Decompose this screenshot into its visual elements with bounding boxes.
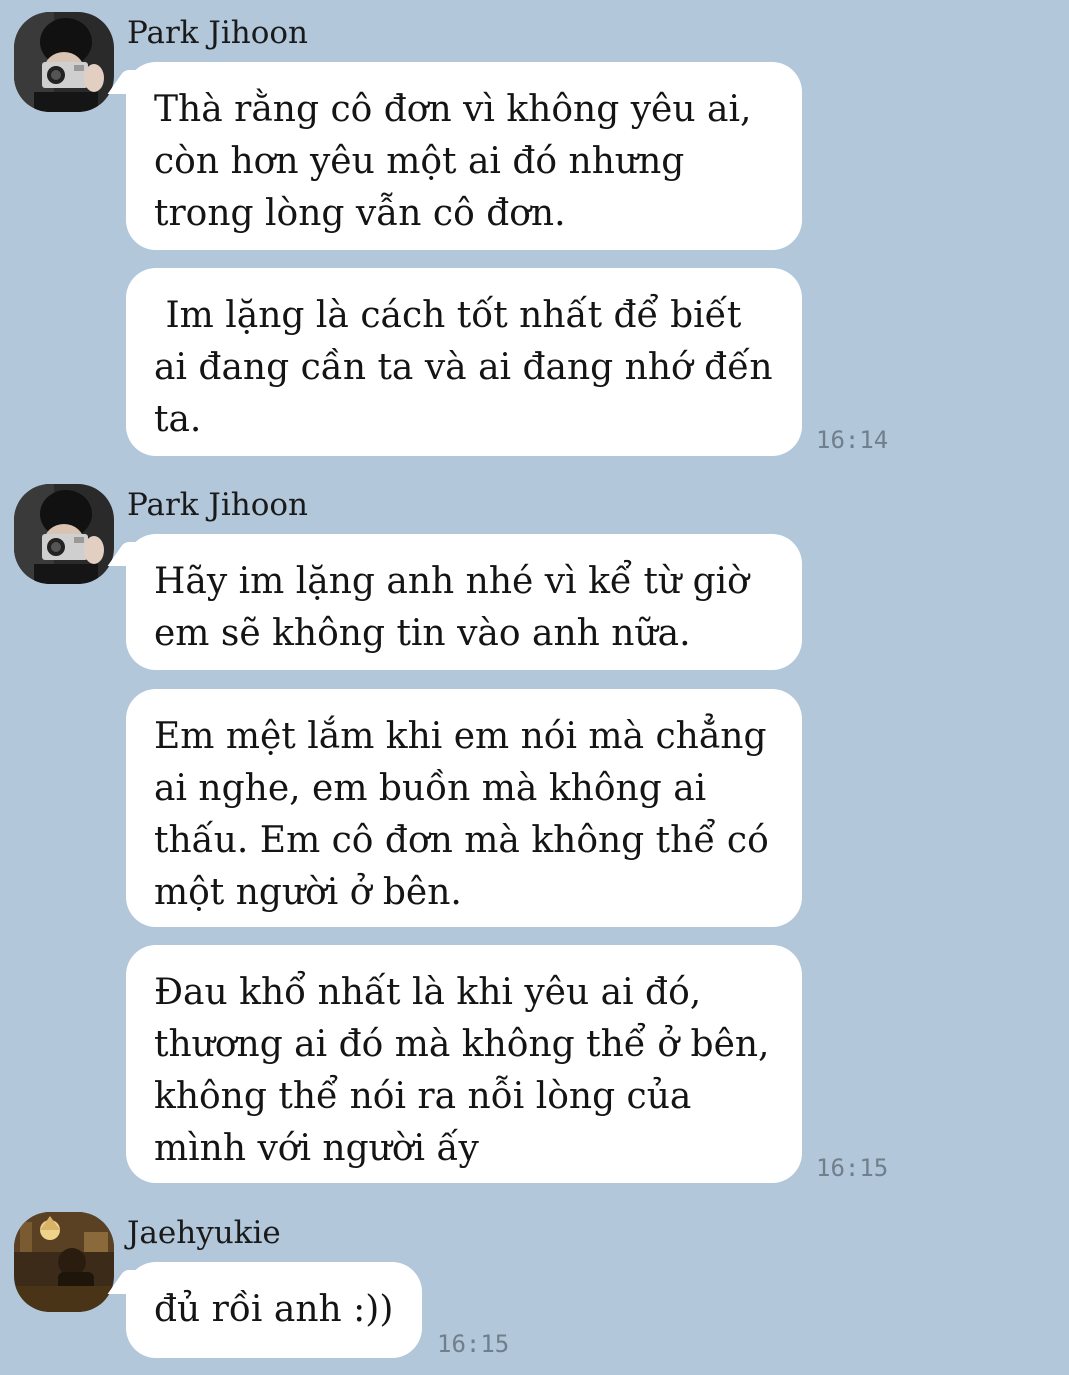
avatar-park-jihoon[interactable]: [14, 484, 114, 584]
message-timestamp: 16:15: [437, 1330, 510, 1358]
message-bubble[interactable]: Em mệt lắm khi em nói mà chẳng ai nghe, …: [126, 689, 802, 927]
message-bubble[interactable]: Đau khổ nhất là khi yêu ai đó, thương ai…: [126, 945, 802, 1183]
sender-name: Jaehyukie: [127, 1215, 281, 1251]
profile-photo-camera-icon: [14, 484, 114, 584]
message-bubble[interactable]: đủ rồi anh :)): [126, 1262, 422, 1358]
message-timestamp: 16:14: [816, 426, 889, 454]
profile-photo-camera-icon: [14, 12, 114, 112]
message-bubble[interactable]: Thà rằng cô đơn vì không yêu ai, còn hơn…: [126, 62, 802, 250]
sender-name: Park Jihoon: [127, 487, 309, 523]
message-timestamp: 16:15: [816, 1154, 889, 1182]
avatar-jaehyukie[interactable]: [14, 1212, 114, 1312]
profile-photo-lamp-icon: [14, 1212, 114, 1312]
message-bubble[interactable]: Hãy im lặng anh nhé vì kể từ giờ em sẽ k…: [126, 534, 802, 670]
message-bubble[interactable]: Im lặng là cách tốt nhất để biết ai đang…: [126, 268, 802, 456]
avatar-park-jihoon[interactable]: [14, 12, 114, 112]
sender-name: Park Jihoon: [127, 15, 309, 51]
